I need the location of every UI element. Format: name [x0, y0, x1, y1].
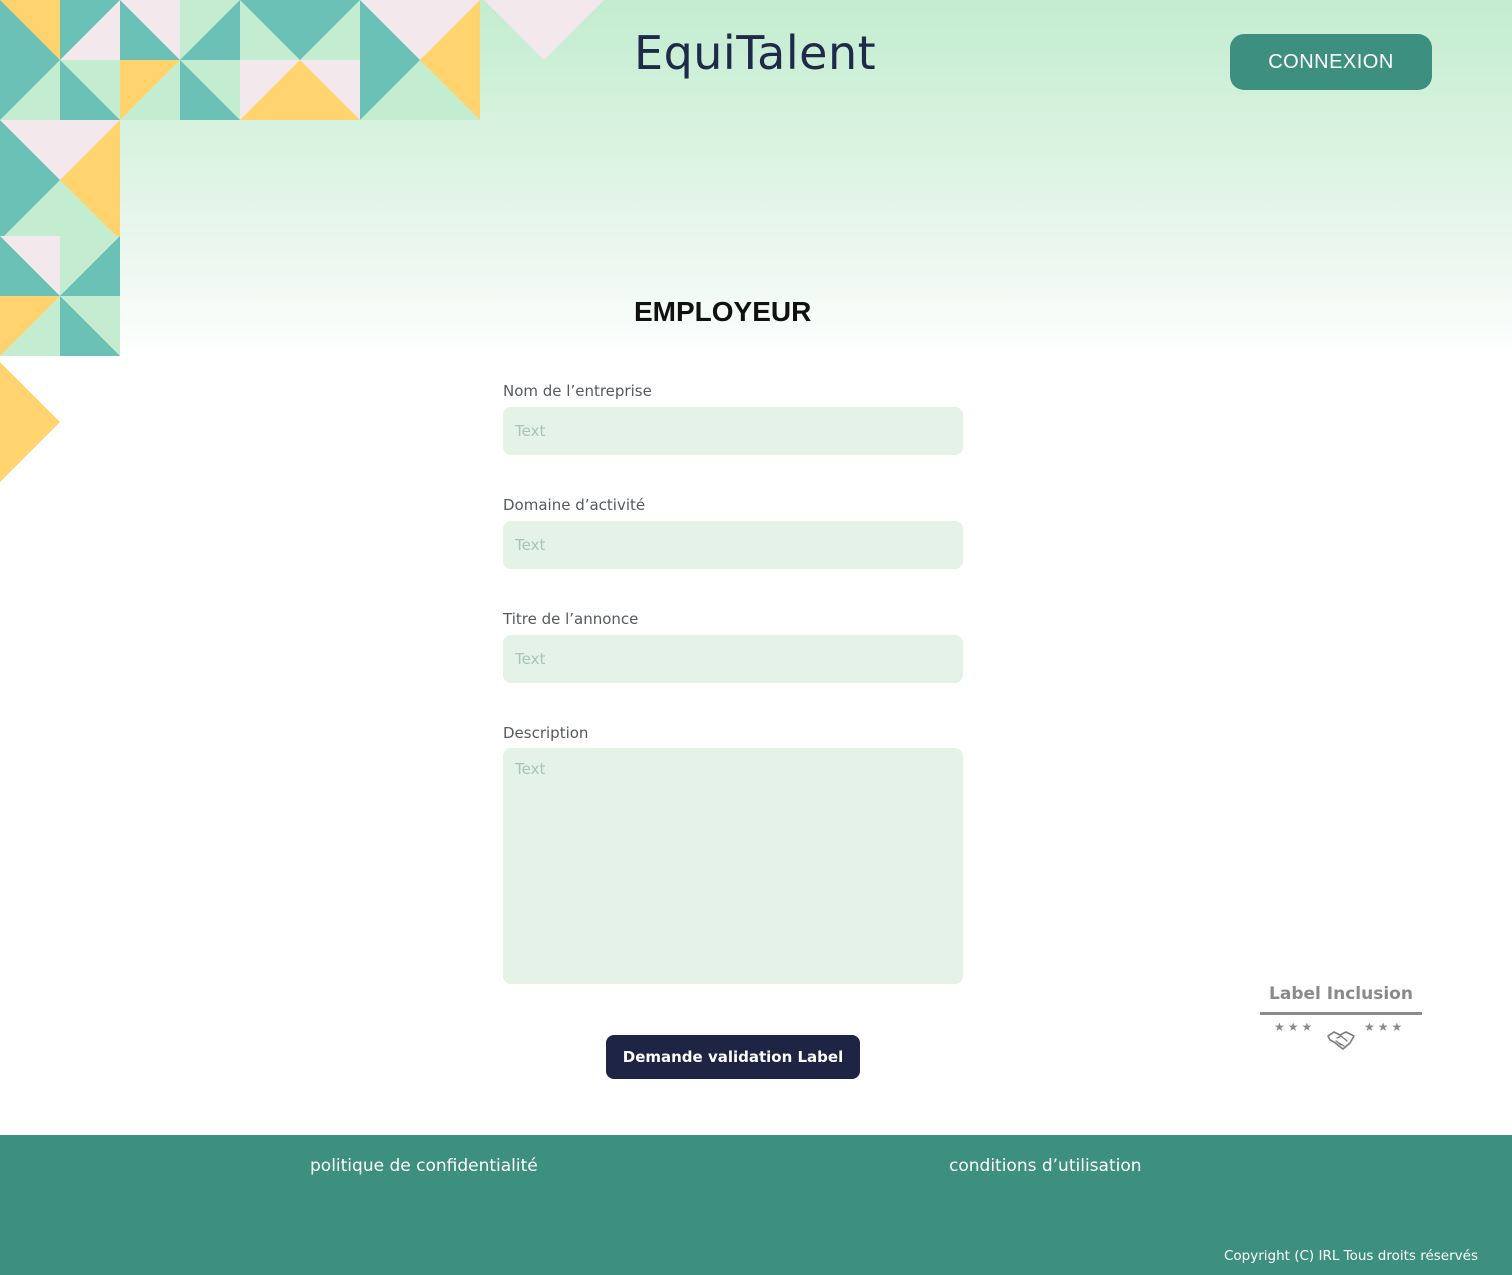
footer: politique de confidentialité conditions …	[0, 1135, 1512, 1275]
description-textarea[interactable]	[503, 748, 963, 984]
label-badge-title: Label Inclusion	[1269, 984, 1413, 1004]
handshake-icon	[1327, 1031, 1355, 1050]
request-label-validation-button[interactable]: Demande validation Label	[606, 1035, 860, 1079]
copyright-text: Copyright (C) IRL Tous droits réservés	[1223, 1248, 1478, 1264]
description-label: Description	[503, 724, 589, 742]
logo[interactable]: EquiTalent	[634, 26, 876, 80]
stars-left: ★★★	[1274, 1020, 1316, 1034]
terms-of-use-link[interactable]: conditions d’utilisation	[949, 1156, 1142, 1176]
job-title-input[interactable]	[503, 635, 963, 683]
company-name-label: Nom de l’entreprise	[503, 382, 652, 400]
stars-right: ★★★	[1364, 1020, 1406, 1034]
company-name-input[interactable]	[503, 407, 963, 455]
page-title: EMPLOYEUR	[634, 296, 812, 327]
activity-domain-input[interactable]	[503, 521, 963, 569]
label-badge-divider	[1260, 1012, 1422, 1015]
job-title-label: Titre de l’annonce	[503, 610, 639, 628]
privacy-policy-link[interactable]: politique de confidentialité	[310, 1156, 538, 1176]
login-button[interactable]: CONNEXION	[1230, 34, 1432, 90]
activity-domain-label: Domaine d’activité	[503, 496, 646, 514]
inclusion-label-badge: Label Inclusion ★★★ ★★★	[1258, 984, 1424, 1056]
